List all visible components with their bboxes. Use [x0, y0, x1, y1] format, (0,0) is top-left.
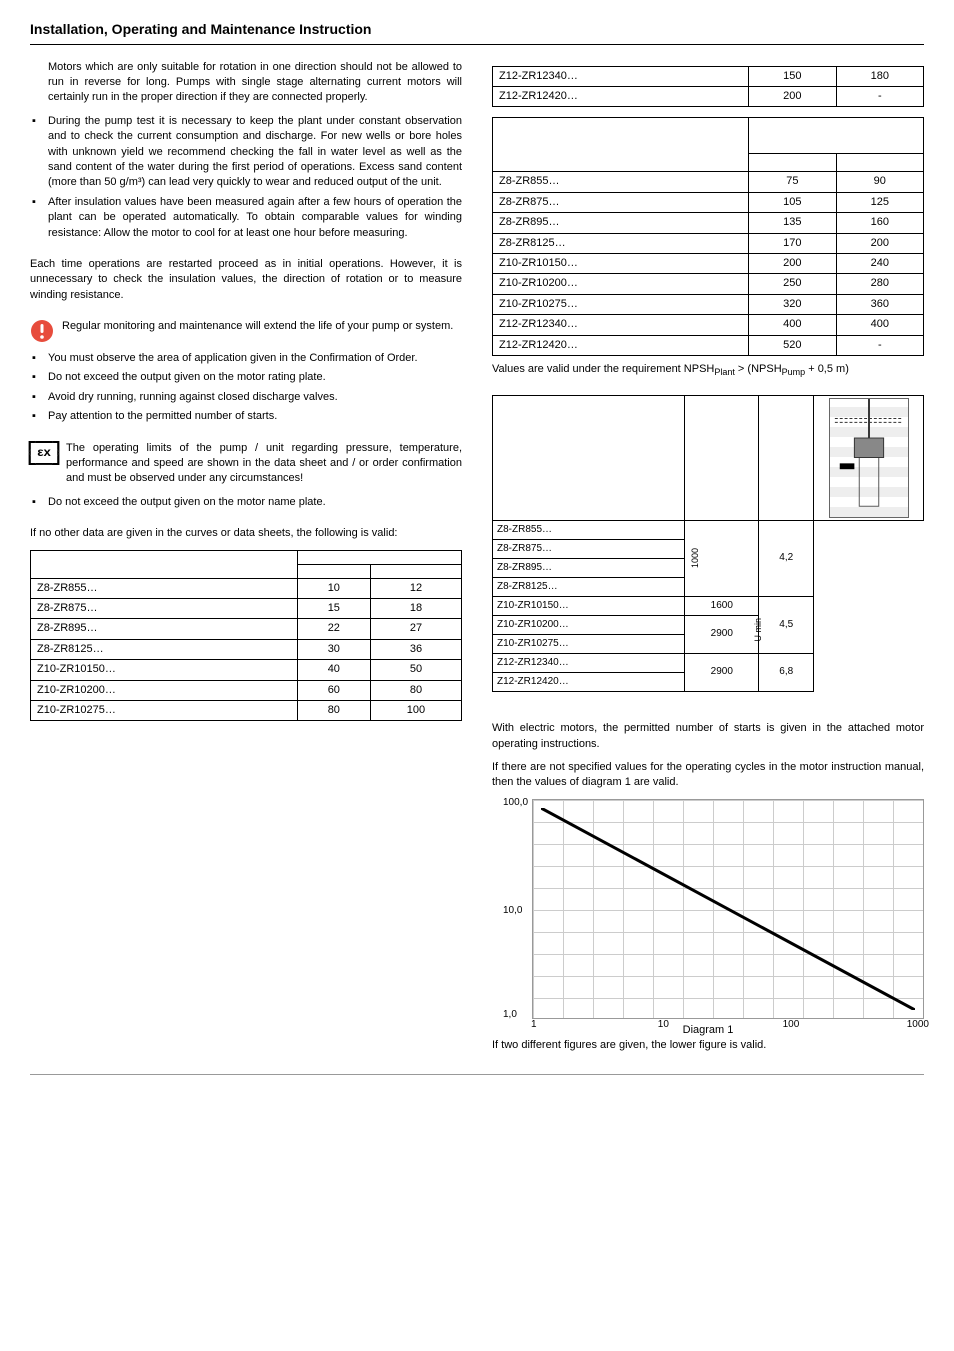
diagram-caption: Diagram 1 [492, 1023, 924, 1038]
pump-diagram-icon [829, 398, 909, 518]
table-cell: 100 [370, 700, 461, 720]
elec-motors-para: With electric motors, the permitted numb… [492, 721, 924, 752]
table-cell: Z8-ZR855… [493, 172, 749, 192]
table-cell: Z8-ZR895… [493, 213, 749, 233]
table-cell: 80 [370, 680, 461, 700]
table-cell: Z10-ZR10150… [31, 660, 298, 680]
table-cell: Z8-ZR875… [31, 598, 298, 618]
restart-para: Each time operations are restarted proce… [30, 257, 462, 303]
table-cell: 18 [370, 598, 461, 618]
table-cell: 27 [370, 619, 461, 639]
table-cell: 10 [297, 578, 370, 598]
page-title: Installation, Operating and Maintenance … [30, 20, 924, 45]
not-specified-para: If there are not specified values for th… [492, 760, 924, 791]
table-cell: Z12-ZR12340… [493, 315, 749, 335]
table-cell: 180 [836, 66, 923, 86]
list-item: After insulation values have been measur… [30, 195, 462, 241]
left-column: Motors which are only suitable for rotat… [30, 60, 462, 1062]
table-cell: 135 [749, 213, 836, 233]
table-cell: 75 [749, 172, 836, 192]
flow-table-top: Z12-ZR12340…150180 Z12-ZR12420…200- [492, 66, 924, 108]
no-other-para: If no other data are given in the curves… [30, 526, 462, 541]
list-item: Do not exceed the output given on the mo… [30, 370, 462, 385]
flow-table-1: Z8-ZR855…1012 Z8-ZR875…1518 Z8-ZR895…2227 Z… [30, 550, 462, 722]
table-cell: 280 [836, 274, 923, 294]
table-cell: 150 [749, 66, 836, 86]
bullet-list-1: During the pump test it is necessary to … [30, 114, 462, 241]
table-cell: 12 [370, 578, 461, 598]
table-cell: 200 [836, 233, 923, 253]
table-cell: Z10-ZR10200… [31, 680, 298, 700]
table-cell: 250 [749, 274, 836, 294]
table-cell: 60 [297, 680, 370, 700]
npsh-note: Values are valid under the requirement N… [492, 362, 924, 379]
table-cell: 170 [749, 233, 836, 253]
ex-callout: εx The operating limits of the pump / un… [30, 441, 462, 487]
diagram-1-chart: 100,0 10,0 1,0 1 10 100 1000 [532, 799, 924, 1019]
table-cell: Z12-ZR12340… [493, 66, 749, 86]
footer-divider [30, 1074, 924, 1075]
list-item: During the pump test it is necessary to … [30, 114, 462, 191]
intro-para: Motors which are only suitable for rotat… [30, 60, 462, 106]
info-callout: Regular monitoring and maintenance will … [30, 319, 462, 343]
table-cell: - [836, 86, 923, 106]
table-cell: Z8-ZR8125… [31, 639, 298, 659]
bullet-list-3: Do not exceed the output given on the mo… [30, 495, 462, 510]
table-cell: Z8-ZR8125… [493, 233, 749, 253]
table-cell: 360 [836, 294, 923, 314]
table-cell: 40 [297, 660, 370, 680]
info-text: Regular monitoring and maintenance will … [62, 319, 462, 334]
table-cell: Z10-ZR10275… [493, 294, 749, 314]
npsh-table: Z8-ZR855…10004,2 Z8-ZR875… Z8-ZR895… Z8-… [492, 395, 924, 692]
u-min-label: U min [752, 618, 772, 642]
table-cell: 200 [749, 86, 836, 106]
ex-text: The operating limits of the pump / unit … [66, 441, 462, 487]
table-cell: 30 [297, 639, 370, 659]
table-cell: Z10-ZR10200… [493, 274, 749, 294]
table-cell: Z10-ZR10150… [493, 253, 749, 273]
bullet-list-2: You must observe the area of application… [30, 351, 462, 425]
list-item: You must observe the area of application… [30, 351, 462, 366]
table-cell: 50 [370, 660, 461, 680]
table-cell: 400 [836, 315, 923, 335]
table-cell: 80 [297, 700, 370, 720]
list-item: Avoid dry running, running against close… [30, 390, 462, 405]
table-cell: Z8-ZR855… [31, 578, 298, 598]
table-cell: Z12-ZR12420… [493, 86, 749, 106]
table-cell: 520 [749, 335, 836, 355]
table-cell: Z8-ZR895… [31, 619, 298, 639]
table-cell: Z12-ZR12420… [493, 335, 749, 355]
list-item: Do not exceed the output given on the mo… [30, 495, 462, 510]
right-column: Z12-ZR12340…150180Z12-ZR12420…200- Z8-ZR… [492, 60, 924, 1062]
table-cell: 36 [370, 639, 461, 659]
table-cell: 22 [297, 619, 370, 639]
table-cell: - [836, 335, 923, 355]
table-cell: 125 [836, 192, 923, 212]
exclamation-icon [30, 319, 54, 343]
table-cell: 200 [749, 253, 836, 273]
table-cell: 90 [836, 172, 923, 192]
two-figures-para: If two different figures are given, the … [492, 1038, 924, 1053]
table-cell: 320 [749, 294, 836, 314]
table-cell: 105 [749, 192, 836, 212]
table-cell: 400 [749, 315, 836, 335]
table-cell: 240 [836, 253, 923, 273]
list-item: Pay attention to the permitted number of… [30, 409, 462, 424]
table-cell: Z8-ZR875… [493, 192, 749, 212]
flow-table-2: Z8-ZR855…7590 Z8-ZR875…105125 Z8-ZR895…135… [492, 117, 924, 356]
table-cell: 15 [297, 598, 370, 618]
table-cell: 160 [836, 213, 923, 233]
table-cell: Z10-ZR10275… [31, 700, 298, 720]
ex-hazard-icon: εx [29, 441, 60, 465]
